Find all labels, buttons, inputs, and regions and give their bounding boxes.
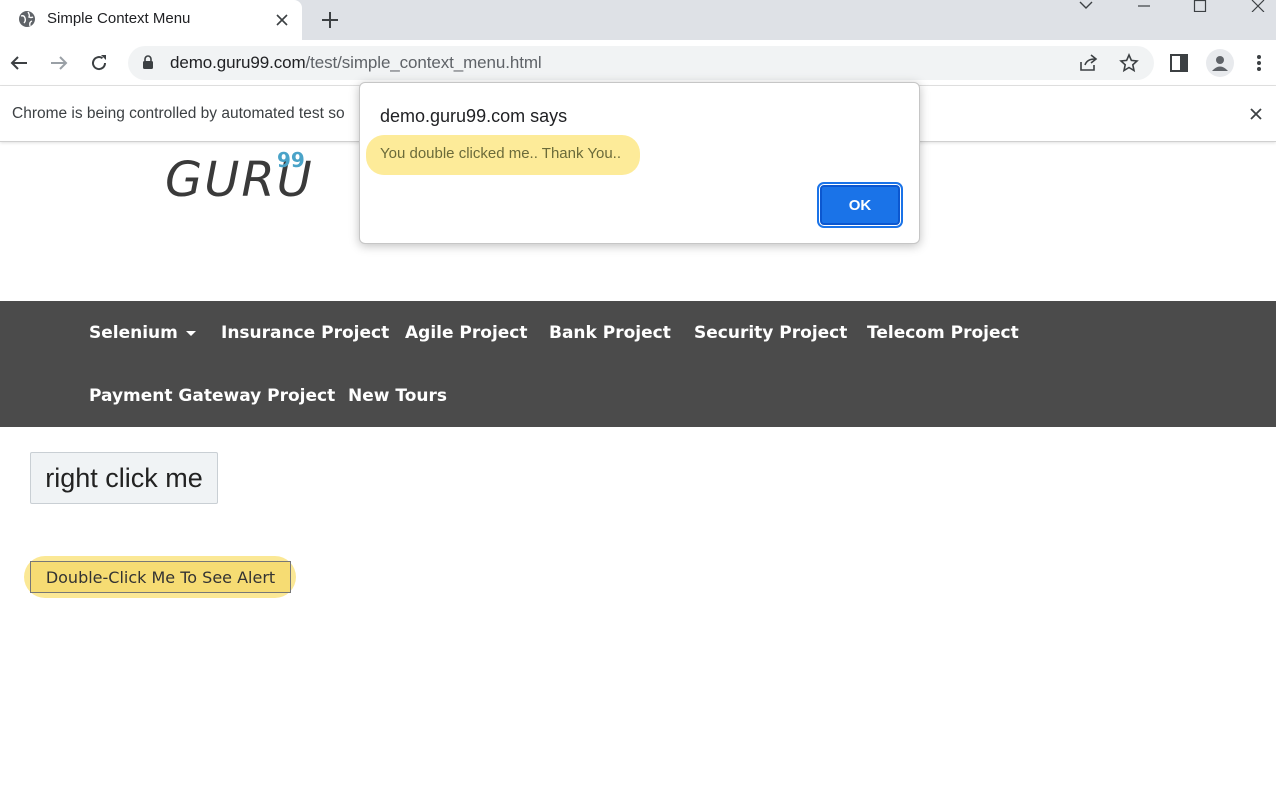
back-arrow-icon[interactable] [6, 50, 32, 76]
url-path: /test/simple_context_menu.html [305, 53, 542, 72]
chevron-down-icon[interactable] [1062, 0, 1110, 14]
double-click-button[interactable]: Double-Click Me To See Alert [30, 561, 291, 593]
alert-dialog: demo.guru99.com says You double clicked … [359, 82, 920, 244]
guru99-logo[interactable]: GURU 99 [165, 148, 315, 212]
nav-item-label: Selenium [89, 323, 178, 343]
nav-item-security-project[interactable]: Security Project [694, 323, 847, 343]
browser-toolbar: demo.guru99.com/test/simple_context_menu… [0, 40, 1276, 86]
nav-item-selenium[interactable]: Selenium [89, 323, 196, 343]
new-tab-icon[interactable] [316, 6, 344, 34]
dialog-message: You double clicked me.. Thank You.. [380, 145, 622, 162]
url-host: demo.guru99.com [170, 53, 306, 72]
close-icon[interactable] [270, 8, 294, 32]
globe-icon [18, 10, 36, 28]
url-text[interactable]: demo.guru99.com/test/simple_context_menu… [170, 53, 542, 73]
address-bar[interactable]: demo.guru99.com/test/simple_context_menu… [128, 46, 1154, 80]
window-close-icon[interactable] [1234, 0, 1276, 14]
infobar-text: Chrome is being controlled by automated … [12, 105, 345, 122]
nav-item-new-tours[interactable]: New Tours [348, 386, 447, 406]
ok-button[interactable]: OK [817, 182, 903, 228]
tab-strip: Simple Context Menu [0, 0, 1276, 40]
browser-tab[interactable]: Simple Context Menu [0, 0, 302, 40]
maximize-icon[interactable] [1176, 0, 1224, 14]
kebab-menu-icon[interactable] [1246, 50, 1272, 76]
bookmark-star-icon[interactable] [1116, 50, 1142, 76]
tab-title: Simple Context Menu [47, 10, 191, 27]
profile-avatar-icon[interactable] [1206, 49, 1234, 77]
nav-item-insurance-project[interactable]: Insurance Project [221, 323, 389, 343]
nav-item-telecom-project[interactable]: Telecom Project [867, 323, 1019, 343]
lock-icon[interactable] [142, 55, 154, 75]
main-navbar: Selenium Insurance Project Agile Project… [0, 301, 1276, 427]
logo-superscript: 99 [277, 148, 305, 172]
forward-arrow-icon[interactable] [46, 50, 72, 76]
caret-down-icon [185, 330, 196, 336]
reload-icon[interactable] [86, 50, 112, 76]
nav-item-bank-project[interactable]: Bank Project [549, 323, 671, 343]
right-click-button[interactable]: right click me [30, 452, 218, 504]
nav-item-payment-gateway-project[interactable]: Payment Gateway Project [89, 386, 335, 406]
nav-item-agile-project[interactable]: Agile Project [405, 323, 528, 343]
dialog-title: demo.guru99.com says [380, 106, 568, 126]
share-icon[interactable] [1076, 50, 1102, 76]
close-icon[interactable] [1246, 104, 1266, 124]
minimize-icon[interactable] [1120, 0, 1168, 14]
side-panel-icon[interactable] [1166, 50, 1192, 76]
